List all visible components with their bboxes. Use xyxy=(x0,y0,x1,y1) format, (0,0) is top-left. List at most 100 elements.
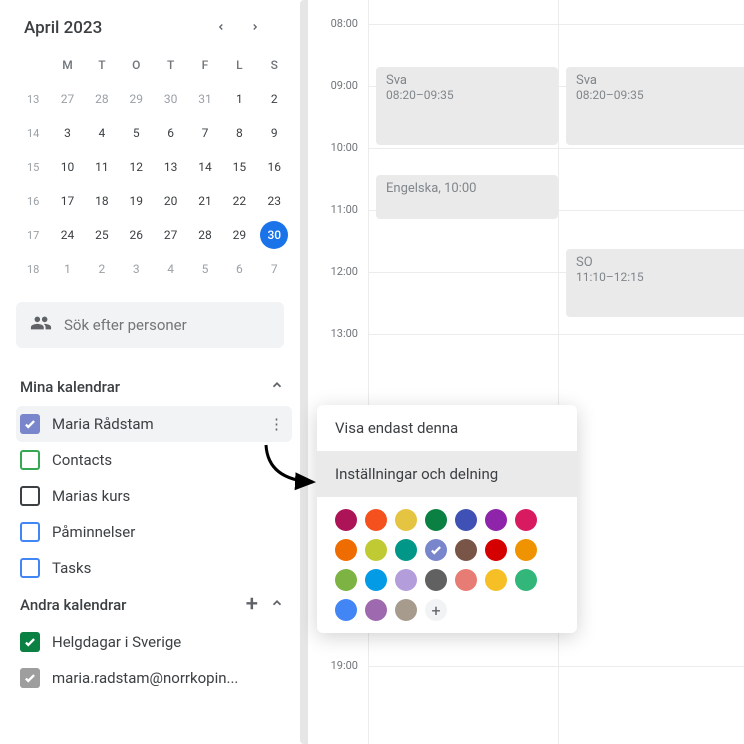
day-cell[interactable]: 3 xyxy=(50,116,84,150)
day-cell[interactable]: 30 xyxy=(153,82,187,116)
calendar-item[interactable]: Helgdagar i Sverige xyxy=(16,624,292,660)
color-swatch[interactable] xyxy=(365,569,387,591)
color-swatch[interactable] xyxy=(335,539,357,561)
day-cell[interactable]: 25 xyxy=(85,218,119,252)
color-swatch[interactable] xyxy=(455,539,477,561)
event-block[interactable]: Engelska, 10:00 xyxy=(376,175,558,219)
checkbox[interactable] xyxy=(20,522,40,542)
mini-calendar-title[interactable]: April 2023 xyxy=(24,18,102,38)
day-cell[interactable]: 13 xyxy=(153,150,187,184)
color-swatch[interactable] xyxy=(425,539,447,561)
day-cell[interactable]: 7 xyxy=(257,252,292,286)
calendar-item[interactable]: maria.radstam@norrkopin... xyxy=(16,660,292,696)
color-swatch[interactable] xyxy=(365,599,387,621)
color-swatch[interactable] xyxy=(425,509,447,531)
day-cell[interactable]: 14 xyxy=(188,150,222,184)
calendar-item[interactable]: Påminnelser xyxy=(16,514,292,550)
day-cell[interactable]: 5 xyxy=(119,116,153,150)
color-swatch[interactable] xyxy=(335,509,357,531)
calendar-item[interactable]: Tasks xyxy=(16,550,292,586)
day-cell[interactable]: 31 xyxy=(188,82,222,116)
my-calendars-header[interactable]: Mina kalendrar xyxy=(16,368,292,406)
day-cell[interactable]: 8 xyxy=(222,116,256,150)
day-cell[interactable]: 3 xyxy=(119,252,153,286)
calendar-item[interactable]: Marias kurs xyxy=(16,478,292,514)
day-cell[interactable]: 16 xyxy=(257,150,292,184)
day-cell[interactable]: 28 xyxy=(188,218,222,252)
day-cell[interactable]: 28 xyxy=(85,82,119,116)
day-cell[interactable]: 4 xyxy=(153,252,187,286)
calendar-item[interactable]: Maria Rådstam⋮ xyxy=(16,406,292,442)
day-cell[interactable]: 7 xyxy=(188,116,222,150)
day-cell[interactable]: 22 xyxy=(222,184,256,218)
mini-calendar[interactable]: MTOTFLS 13272829303112143456789151011121… xyxy=(16,48,292,286)
next-month-button[interactable] xyxy=(242,16,268,40)
checkbox[interactable] xyxy=(20,668,40,688)
weekday-label: M xyxy=(50,48,84,82)
color-swatch[interactable] xyxy=(365,539,387,561)
day-cell[interactable]: 12 xyxy=(119,150,153,184)
day-cell[interactable]: 17 xyxy=(50,184,84,218)
color-swatch[interactable] xyxy=(395,509,417,531)
menu-show-only-this[interactable]: Visa endast denna xyxy=(317,405,577,451)
event-block[interactable]: Sva08:20–09:35 xyxy=(376,67,558,145)
prev-month-button[interactable] xyxy=(208,16,234,40)
color-swatch[interactable] xyxy=(335,569,357,591)
color-swatch[interactable] xyxy=(515,509,537,531)
add-color-button[interactable]: + xyxy=(425,599,447,621)
color-swatch[interactable] xyxy=(365,509,387,531)
day-cell[interactable]: 20 xyxy=(153,184,187,218)
day-cell[interactable]: 18 xyxy=(85,184,119,218)
color-swatch[interactable] xyxy=(515,569,537,591)
menu-settings-sharing[interactable]: Inställningar och delning xyxy=(317,451,577,497)
day-cell[interactable]: 23 xyxy=(257,184,292,218)
color-swatch[interactable] xyxy=(335,599,357,621)
day-cell[interactable]: 15 xyxy=(222,150,256,184)
day-cell[interactable]: 29 xyxy=(222,218,256,252)
color-swatch[interactable] xyxy=(485,539,507,561)
color-swatch[interactable] xyxy=(455,509,477,531)
day-cell[interactable]: 27 xyxy=(153,218,187,252)
day-cell[interactable]: 6 xyxy=(222,252,256,286)
day-cell[interactable]: 30 xyxy=(257,218,292,252)
people-search[interactable] xyxy=(16,302,284,348)
day-cell[interactable]: 1 xyxy=(50,252,84,286)
day-cell[interactable]: 21 xyxy=(188,184,222,218)
day-cell[interactable]: 19 xyxy=(119,184,153,218)
day-cell[interactable]: 27 xyxy=(50,82,84,116)
day-cell[interactable]: 1 xyxy=(222,82,256,116)
color-swatch[interactable] xyxy=(515,539,537,561)
day-cell[interactable]: 2 xyxy=(85,252,119,286)
event-block[interactable]: Sva08:20–09:35 xyxy=(566,67,744,145)
day-cell[interactable]: 4 xyxy=(85,116,119,150)
day-cell[interactable]: 6 xyxy=(153,116,187,150)
search-input[interactable] xyxy=(64,316,270,334)
other-calendars-header[interactable]: Andra kalendrar + xyxy=(16,586,292,624)
checkbox[interactable] xyxy=(20,632,40,652)
annotation-arrow xyxy=(258,440,328,500)
color-swatch[interactable] xyxy=(425,569,447,591)
checkbox[interactable] xyxy=(20,558,40,578)
add-calendar-button[interactable]: + xyxy=(246,598,258,612)
day-cell[interactable]: 24 xyxy=(50,218,84,252)
day-cell[interactable]: 5 xyxy=(188,252,222,286)
color-swatch[interactable] xyxy=(395,569,417,591)
checkbox[interactable] xyxy=(20,450,40,470)
day-cell[interactable]: 29 xyxy=(119,82,153,116)
checkbox[interactable] xyxy=(20,486,40,506)
event-block[interactable]: SO11:10–12:15 xyxy=(566,249,744,317)
color-swatch[interactable] xyxy=(485,509,507,531)
color-swatch[interactable] xyxy=(395,599,417,621)
day-cell[interactable]: 26 xyxy=(119,218,153,252)
day-cell[interactable]: 10 xyxy=(50,150,84,184)
color-swatch[interactable] xyxy=(485,569,507,591)
day-cell[interactable]: 11 xyxy=(85,150,119,184)
checkbox[interactable] xyxy=(20,414,40,434)
calendar-label: Helgdagar i Sverige xyxy=(52,633,181,651)
more-icon[interactable]: ⋮ xyxy=(269,415,284,433)
calendar-item[interactable]: Contacts xyxy=(16,442,292,478)
day-cell[interactable]: 9 xyxy=(257,116,292,150)
color-swatch[interactable] xyxy=(395,539,417,561)
color-swatch[interactable] xyxy=(455,569,477,591)
day-cell[interactable]: 2 xyxy=(257,82,292,116)
